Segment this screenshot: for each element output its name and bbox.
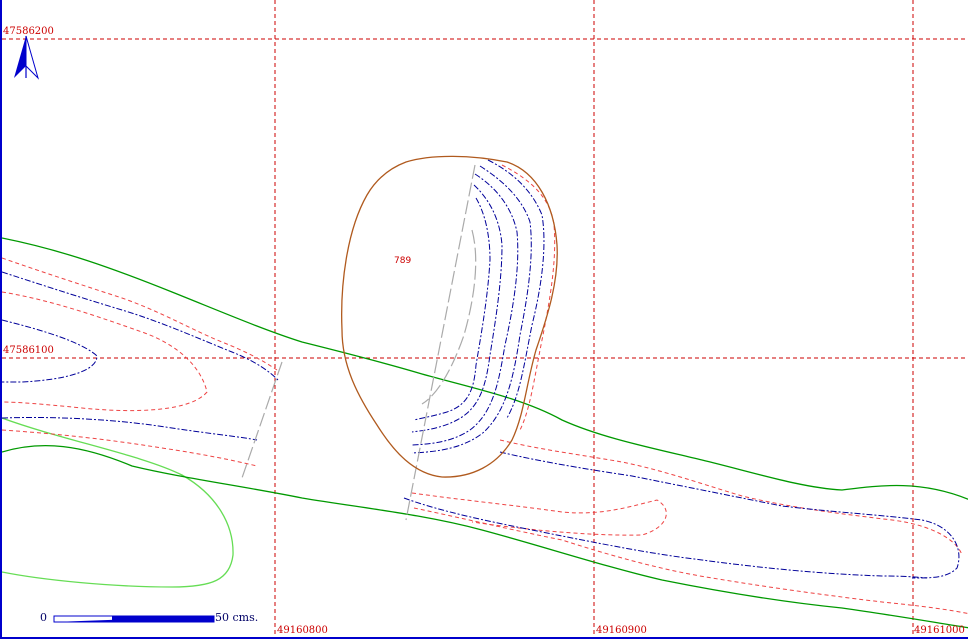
- parcel-789-outline: [341, 155, 558, 478]
- grid-lines: [2, 0, 968, 637]
- north-arrow-icon: [14, 35, 40, 80]
- gray-line-left: [241, 361, 283, 479]
- blue-contour-left-upper: [2, 271, 279, 381]
- blue-contour-right-upper: [499, 451, 960, 579]
- blue-contour-parcel-1: [487, 159, 545, 419]
- scale-bar-end-label: 50 cms.: [215, 611, 259, 624]
- blue-contour-parcel-5: [413, 197, 491, 421]
- scale-bar: [53, 615, 215, 623]
- red-contours: [2, 164, 968, 615]
- grid-label-x-right: 49161000: [914, 625, 965, 636]
- red-contour-right-lower: [413, 507, 968, 615]
- map-canvas[interactable]: 47586200 47586100 49160800 49160900 4916…: [0, 0, 968, 639]
- blue-contour-parcel-2: [411, 165, 532, 454]
- red-contour-right-loop: [411, 492, 667, 536]
- gray-lines: [241, 164, 477, 521]
- light-green-area: [2, 417, 234, 588]
- grid-label-x-left: 49160800: [277, 625, 328, 636]
- blue-contours: [2, 159, 960, 579]
- road-edge-lower: [2, 444, 968, 629]
- grid-label-y-top: 47586200: [3, 26, 54, 37]
- blue-contour-parcel-4: [411, 184, 503, 433]
- red-contour-parcel-outer: [501, 164, 556, 431]
- red-contour-left-lower: [2, 429, 258, 467]
- parcel-number-label: 789: [394, 256, 412, 266]
- gray-line-parcel: [405, 164, 476, 521]
- blue-contour-left-lower: [2, 417, 258, 441]
- scale-bar-start-label: 0: [40, 611, 47, 624]
- gray-line-inner-curve: [421, 229, 477, 405]
- grid-label-x-middle: 49160900: [596, 625, 647, 636]
- map-drawing: [2, 0, 968, 637]
- blue-contour-parcel-3: [411, 173, 519, 446]
- grid-label-y-middle: 47586100: [3, 345, 54, 356]
